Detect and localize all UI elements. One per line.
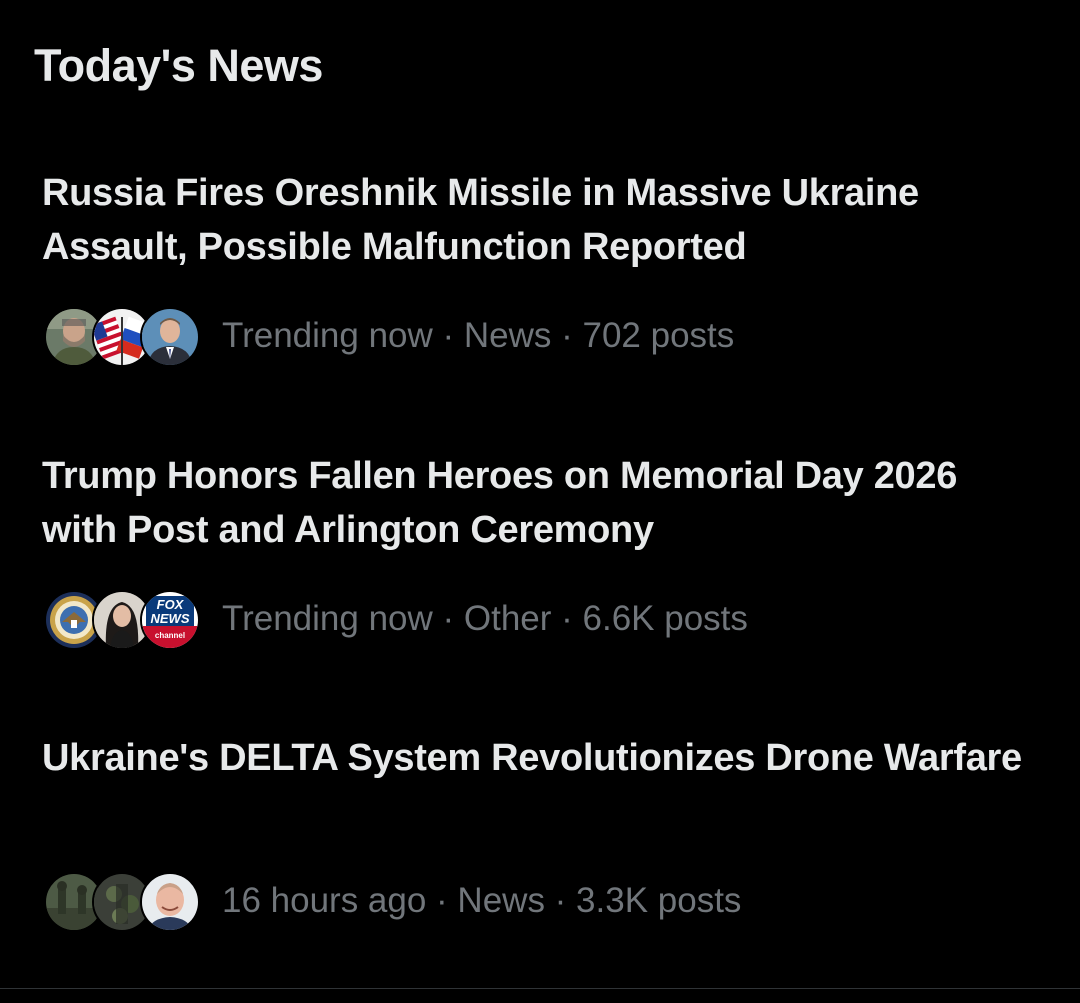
avatar-stack: FOX NEWS channel	[44, 590, 200, 650]
trend-headline: Trump Honors Fallen Heroes on Memorial D…	[42, 455, 958, 551]
trend-headline: Russia Fires Oreshnik Missile in Massive…	[42, 172, 919, 268]
news-logo-text: NEWS	[151, 611, 190, 626]
fox-news-logo-avatar: FOX NEWS channel	[140, 590, 200, 650]
smiling-man-avatar	[140, 872, 200, 932]
man-in-suit-avatar	[140, 307, 200, 367]
bottom-divider	[0, 988, 1080, 989]
trend-meta-row: FOX NEWS channel Trending now · Other · …	[44, 589, 748, 650]
avatar-stack	[44, 872, 200, 932]
channel-logo-text: channel	[155, 631, 185, 640]
trend-meta-row: Trending now · News · 702 posts	[44, 306, 735, 367]
trend-meta: Trending now · News · 702 posts	[222, 316, 735, 355]
trend-meta: 16 hours ago · News · 3.3K posts	[222, 881, 742, 920]
trend-headline: Ukraine's DELTA System Revolutionizes Dr…	[42, 737, 1022, 779]
trend-meta: Trending now · Other · 6.6K posts	[222, 599, 748, 638]
fox-logo-text: FOX	[157, 597, 185, 612]
trend-meta-row: 16 hours ago · News · 3.3K posts	[44, 871, 742, 932]
section-title: Today's News	[34, 40, 323, 91]
avatar-stack	[44, 307, 200, 367]
